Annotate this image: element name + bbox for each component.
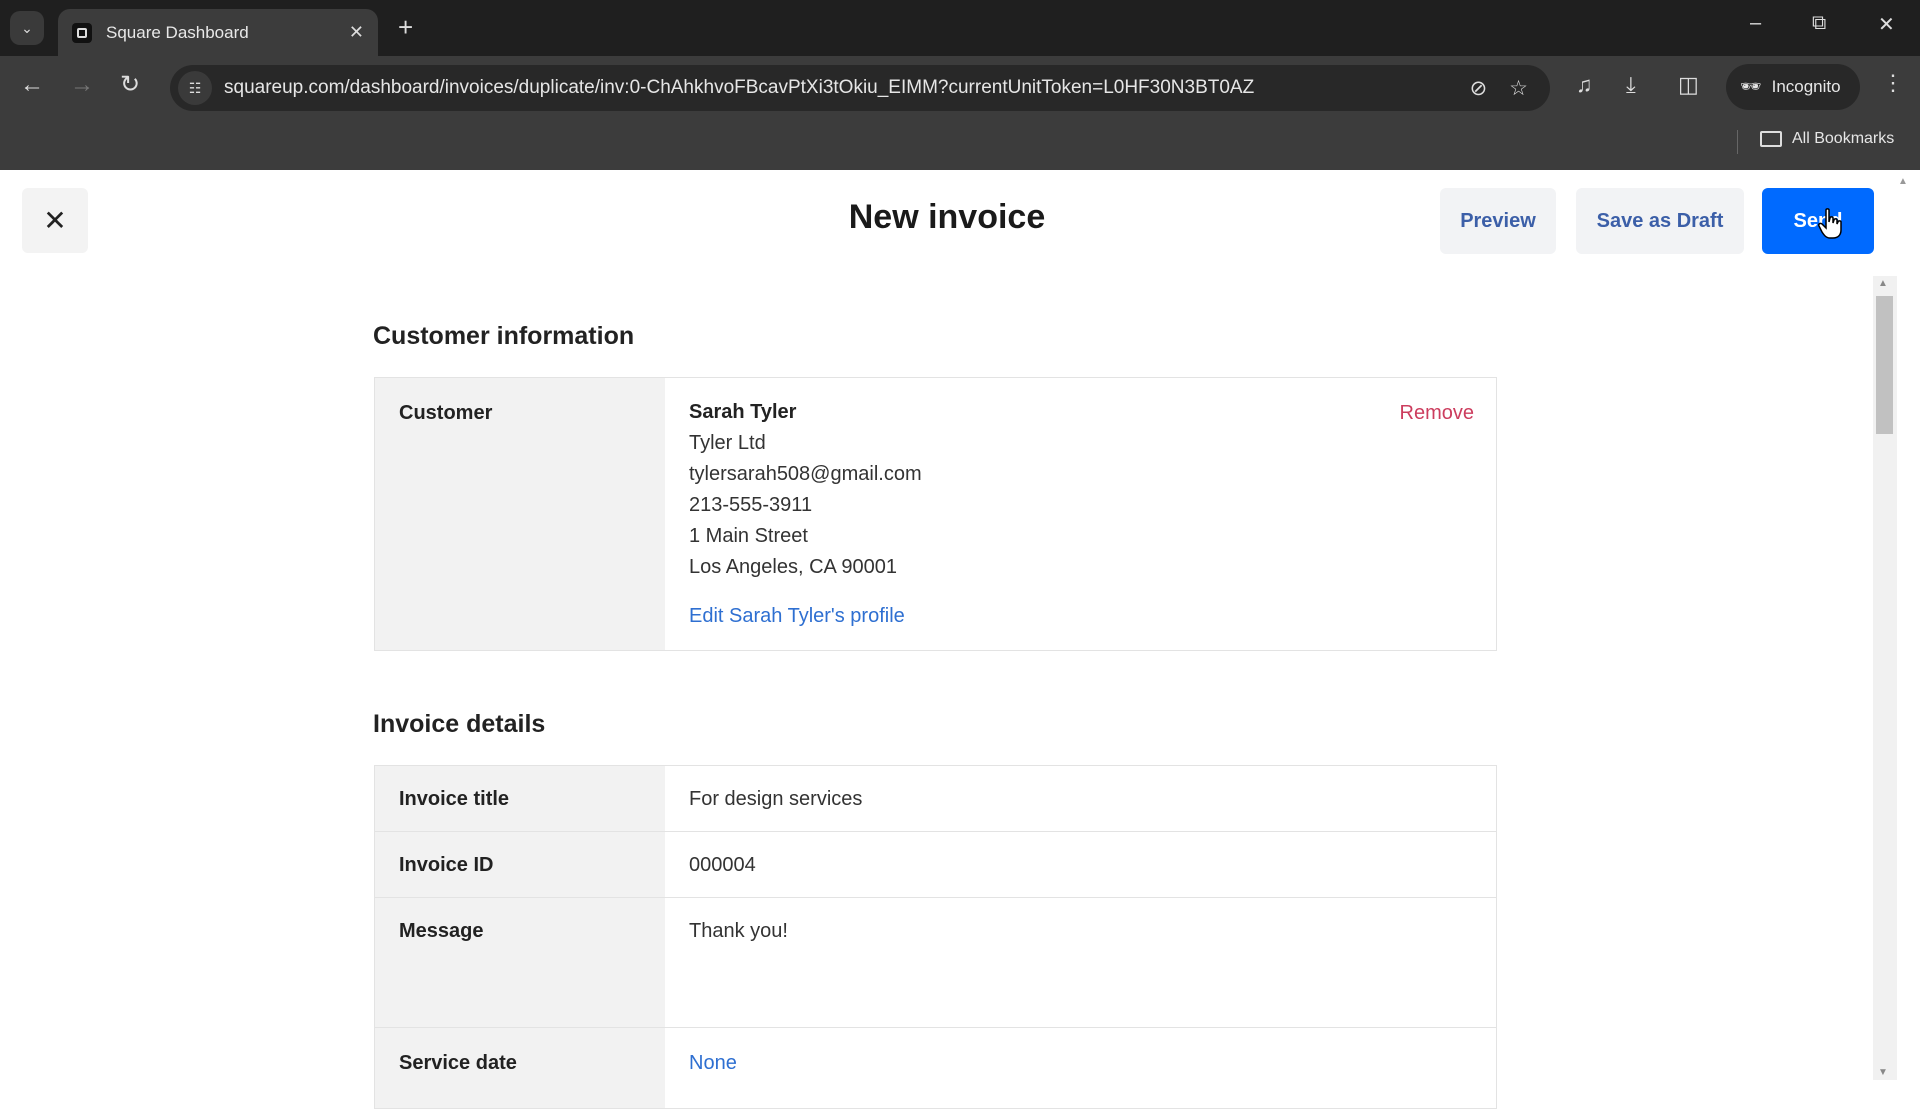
save-draft-button[interactable]: Save as Draft xyxy=(1576,188,1744,254)
eye-off-icon[interactable]: ⊘ xyxy=(1470,76,1488,101)
invoice-title-field[interactable]: For design services xyxy=(665,766,1496,831)
all-bookmarks-button[interactable]: All Bookmarks xyxy=(1760,130,1894,148)
browser-tab-strip: ⌄ Square Dashboard ✕ + – ⧉ ✕ xyxy=(0,0,1920,56)
preview-button[interactable]: Preview xyxy=(1440,188,1556,254)
customer-details: Sarah Tyler Tyler Ltd tylersarah508@gmai… xyxy=(665,378,1496,650)
bookmarks-separator xyxy=(1737,130,1738,154)
message-field[interactable]: Thank you! xyxy=(665,898,1496,1027)
invoice-id-field[interactable]: 000004 xyxy=(665,832,1496,897)
browser-toolbar: ← → ↻ ☷ squareup.com/dashboard/invoices/… xyxy=(0,56,1920,120)
customer-card: Customer Sarah Tyler Tyler Ltd tylersara… xyxy=(374,377,1497,651)
customer-phone: 213-555-3911 xyxy=(689,494,813,516)
tab-close-icon[interactable]: ✕ xyxy=(349,22,364,43)
service-date-label: Service date xyxy=(375,1028,665,1108)
customer-email: tylersarah508@gmail.com xyxy=(689,463,922,485)
forward-arrow-icon[interactable]: → xyxy=(70,70,94,100)
more-menu-icon[interactable]: ⋮ xyxy=(1882,70,1904,96)
reload-icon[interactable]: ↻ xyxy=(120,70,140,100)
minimize-icon[interactable]: – xyxy=(1750,12,1761,35)
invoice-title-label: Invoice title xyxy=(375,766,665,831)
side-panel-icon[interactable]: ◫ xyxy=(1678,72,1699,98)
star-bookmark-icon[interactable]: ☆ xyxy=(1509,76,1528,101)
message-label: Message xyxy=(375,898,665,1027)
incognito-badge[interactable]: 🕶 Incognito xyxy=(1726,64,1860,110)
customer-section-title: Customer information xyxy=(373,322,635,350)
incognito-icon: 🕶 xyxy=(1740,77,1762,96)
window-close-icon[interactable]: ✕ xyxy=(1878,12,1895,37)
invoice-title-row[interactable]: Invoice title For design services xyxy=(375,766,1496,832)
invoice-id-row[interactable]: Invoice ID 000004 xyxy=(375,832,1496,898)
site-settings-icon[interactable]: ☷ xyxy=(178,71,212,105)
tab-title: Square Dashboard xyxy=(106,22,249,42)
hand-cursor-icon xyxy=(1818,208,1842,239)
customer-street: 1 Main Street xyxy=(689,525,808,547)
scroll-up-arrow-icon[interactable]: ▲ xyxy=(1878,278,1888,289)
message-row[interactable]: Message Thank you! xyxy=(375,898,1496,1028)
back-arrow-icon[interactable]: ← xyxy=(20,70,44,100)
scrollbar-thumb[interactable] xyxy=(1876,296,1893,434)
customer-row: Customer Sarah Tyler Tyler Ltd tylersara… xyxy=(375,378,1496,650)
customer-company: Tyler Ltd xyxy=(689,432,766,454)
invoice-id-label: Invoice ID xyxy=(375,832,665,897)
all-bookmarks-label: All Bookmarks xyxy=(1792,130,1895,147)
new-tab-icon[interactable]: + xyxy=(398,12,413,42)
media-queue-icon[interactable]: ♫ xyxy=(1576,72,1593,98)
invoice-page: ✕ New invoice Preview Save as Draft Send… xyxy=(0,170,1920,1109)
customer-city: Los Angeles, CA 90001 xyxy=(689,556,897,578)
bookmarks-bar: All Bookmarks xyxy=(0,120,1920,170)
folder-icon xyxy=(1760,131,1782,147)
edit-profile-link[interactable]: Edit Sarah Tyler's profile xyxy=(689,601,1472,632)
page-scroll-up-icon[interactable]: ▲ xyxy=(1898,176,1908,187)
restore-icon[interactable]: ⧉ xyxy=(1812,12,1826,35)
customer-label: Customer xyxy=(375,378,665,650)
customer-name: Sarah Tyler xyxy=(689,401,797,423)
service-date-link[interactable]: None xyxy=(665,1028,1496,1108)
scrollbar[interactable]: ▲ ▼ xyxy=(1873,276,1897,1080)
download-icon[interactable]: ⤓ xyxy=(1626,72,1636,98)
scroll-down-arrow-icon[interactable]: ▼ xyxy=(1878,1067,1888,1078)
chevron-down-icon: ⌄ xyxy=(21,19,33,36)
tab-search-button[interactable]: ⌄ xyxy=(10,11,44,45)
address-bar[interactable]: ☷ squareup.com/dashboard/invoices/duplic… xyxy=(170,65,1550,111)
square-favicon-icon xyxy=(72,22,92,43)
invoice-details-card: Invoice title For design services Invoic… xyxy=(374,765,1497,1109)
service-date-row[interactable]: Service date None xyxy=(375,1028,1496,1108)
incognito-label: Incognito xyxy=(1771,77,1841,96)
remove-customer-link[interactable]: Remove xyxy=(1400,402,1474,425)
browser-tab[interactable]: Square Dashboard ✕ xyxy=(58,9,378,56)
invoice-details-title: Invoice details xyxy=(373,710,546,738)
url-text[interactable]: squareup.com/dashboard/invoices/duplicat… xyxy=(224,77,1470,99)
